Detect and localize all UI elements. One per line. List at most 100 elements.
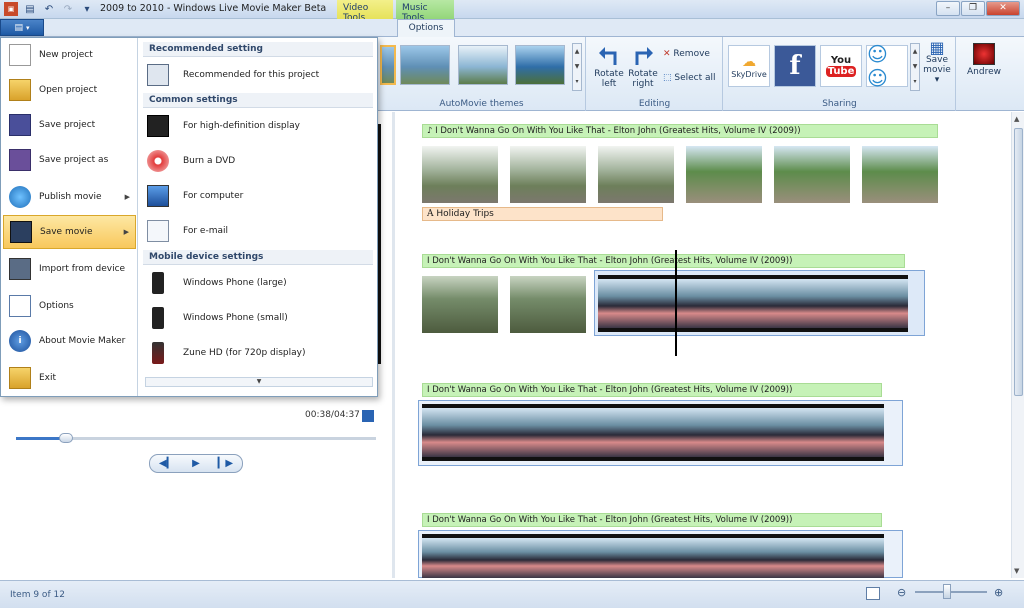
common-header: Common settings <box>143 93 373 108</box>
rotate-right-button[interactable]: Rotate right <box>627 45 659 89</box>
menu-new-project[interactable]: New project <box>3 38 136 72</box>
facebook-icon[interactable]: f <box>774 45 816 87</box>
playhead[interactable] <box>675 250 677 356</box>
maximize-button[interactable]: ❐ <box>961 1 985 16</box>
save-movie-icon <box>10 221 32 243</box>
caption-icon: A <box>427 209 434 219</box>
scroll-down-icon[interactable]: ▼ <box>1014 567 1019 575</box>
menu-about[interactable]: i About Movie Maker <box>3 324 136 358</box>
submenu-arrow-icon: ▶ <box>124 193 130 201</box>
video-clip[interactable] <box>686 146 762 203</box>
remove-button[interactable]: ✕ Remove <box>663 49 710 59</box>
windows-phone-small-item[interactable]: Windows Phone (small) <box>145 303 373 333</box>
zoom-thumb[interactable] <box>943 584 951 599</box>
rotate-left-button[interactable]: Rotate left <box>593 45 625 89</box>
context-tab-music-tools[interactable]: Music Tools <box>396 0 454 23</box>
menu-options[interactable]: Options <box>3 289 136 323</box>
caption-track[interactable]: A Holiday Trips <box>422 207 663 221</box>
groups-icon[interactable]: ☺☺ <box>866 42 908 90</box>
pane-divider[interactable] <box>392 112 395 578</box>
menu-save-project[interactable]: Save project <box>3 108 136 142</box>
file-menu-button[interactable]: ▤ ▾ <box>0 19 44 36</box>
zune-hd-item[interactable]: Zune HD (for 720p display) <box>145 338 373 368</box>
theme-thumbnail[interactable] <box>380 45 396 85</box>
menu-publish-movie[interactable]: Publish movie ▶ <box>3 180 136 214</box>
burn-dvd-item[interactable]: Burn a DVD <box>145 146 373 176</box>
submenu-scroll-down-icon[interactable]: ▼ <box>145 377 373 387</box>
themes-gallery-scroll[interactable]: ▲ ▼ ▾ <box>572 43 582 91</box>
video-clip[interactable] <box>598 146 674 203</box>
video-clip[interactable] <box>774 146 850 203</box>
menu-save-project-as[interactable]: Save project as <box>3 143 136 177</box>
file-menu-icon: ▤ <box>14 22 23 33</box>
menu-exit[interactable]: Exit <box>3 361 136 395</box>
theme-thumbnail[interactable] <box>400 45 450 85</box>
quick-access-toolbar: ▣ ▤ ↶ ↷ ▾ <box>4 2 94 16</box>
music-track[interactable]: ♪ I Don't Wanna Go On With You Like That… <box>422 124 938 138</box>
timecode: 00:38/04:37 <box>305 410 360 420</box>
menu-open-project[interactable]: Open project <box>3 73 136 107</box>
zoom-slider[interactable] <box>915 591 987 593</box>
rotate-right-icon <box>635 47 653 65</box>
hd-display-item[interactable]: For high-definition display <box>145 111 373 141</box>
video-clip[interactable] <box>510 276 586 333</box>
next-frame-icon[interactable]: ▎▶ <box>218 458 233 469</box>
save-icon[interactable]: ▤ <box>23 2 37 16</box>
storyboard-scrollbar[interactable]: ▲ ▼ <box>1011 112 1024 578</box>
music-track[interactable]: I Don't Wanna Go On With You Like That -… <box>422 513 882 527</box>
select-all-button[interactable]: ⬚ Select all <box>663 73 716 83</box>
info-icon: i <box>9 330 31 352</box>
user-avatar <box>973 43 995 65</box>
video-clip[interactable] <box>422 534 884 578</box>
video-clip[interactable] <box>422 404 884 461</box>
sharing-group: ☁ SkyDrive f You Tube ☺☺ ▲ ▼ ▾ ▦ Save movie … <box>724 37 956 111</box>
tab-options[interactable]: Options <box>397 19 455 37</box>
qat-dropdown-icon[interactable]: ▾ <box>80 2 94 16</box>
select-all-icon: ⬚ <box>663 73 672 83</box>
fullscreen-icon[interactable] <box>362 410 374 422</box>
redo-icon[interactable]: ↷ <box>61 2 75 16</box>
previous-frame-icon[interactable]: ◀▎ <box>159 458 174 469</box>
mobile-header: Mobile device settings <box>143 250 373 265</box>
zoom-out-icon[interactable]: ⊖ <box>897 586 906 599</box>
video-clip[interactable] <box>598 275 908 332</box>
seek-bar[interactable] <box>16 433 376 443</box>
zoom-in-icon[interactable]: ⊕ <box>994 586 1003 599</box>
theme-thumbnail[interactable] <box>458 45 508 85</box>
minimize-button[interactable]: – <box>936 1 960 16</box>
video-clip[interactable] <box>862 146 938 203</box>
for-email-item[interactable]: For e-mail <box>145 216 373 246</box>
play-icon[interactable]: ▶ <box>192 458 200 469</box>
save-project-icon <box>9 114 31 136</box>
skydrive-button[interactable]: ☁ SkyDrive <box>728 45 770 87</box>
window-controls: – ❐ ✕ <box>936 1 1020 16</box>
menu-import-from-device[interactable]: Import from device <box>3 252 136 286</box>
save-movie-button[interactable]: ▦ Save movie ▾ <box>922 40 952 86</box>
app-icon[interactable]: ▣ <box>4 2 18 16</box>
theme-thumbnail[interactable] <box>515 45 565 85</box>
menu-save-movie[interactable]: Save movie ▶ <box>3 215 136 249</box>
storyboard-view-icon[interactable] <box>866 587 880 600</box>
recommended-item[interactable]: Recommended for this project <box>145 60 373 90</box>
sharing-gallery-scroll[interactable]: ▲ ▼ ▾ <box>910 43 920 91</box>
phone-icon <box>152 272 164 294</box>
youtube-icon[interactable]: You Tube <box>820 45 862 87</box>
for-computer-item[interactable]: For computer <box>145 181 373 211</box>
seek-thumb[interactable] <box>59 433 74 443</box>
title-bar: ▣ ▤ ↶ ↷ ▾ 2009 to 2010 - Windows Live Mo… <box>0 0 1024 23</box>
scrollbar-thumb[interactable] <box>1014 128 1023 396</box>
scroll-up-icon[interactable]: ▲ <box>1014 115 1019 123</box>
context-tab-video-tools[interactable]: Video Tools <box>337 0 393 23</box>
hd-display-icon <box>147 115 169 137</box>
video-clip[interactable] <box>422 146 498 203</box>
video-clip[interactable] <box>510 146 586 203</box>
user-account-button[interactable]: Andrew <box>964 43 1004 77</box>
window-title: 2009 to 2010 - Windows Live Movie Maker … <box>100 3 327 14</box>
undo-icon[interactable]: ↶ <box>42 2 56 16</box>
music-track[interactable]: I Don't Wanna Go On With You Like That -… <box>422 254 905 268</box>
video-clip[interactable] <box>422 276 498 333</box>
music-track[interactable]: I Don't Wanna Go On With You Like That -… <box>422 383 882 397</box>
windows-phone-large-item[interactable]: Windows Phone (large) <box>145 268 373 298</box>
status-bar: Item 9 of 12 ⊖ ⊕ <box>0 580 1024 608</box>
close-button[interactable]: ✕ <box>986 1 1020 16</box>
